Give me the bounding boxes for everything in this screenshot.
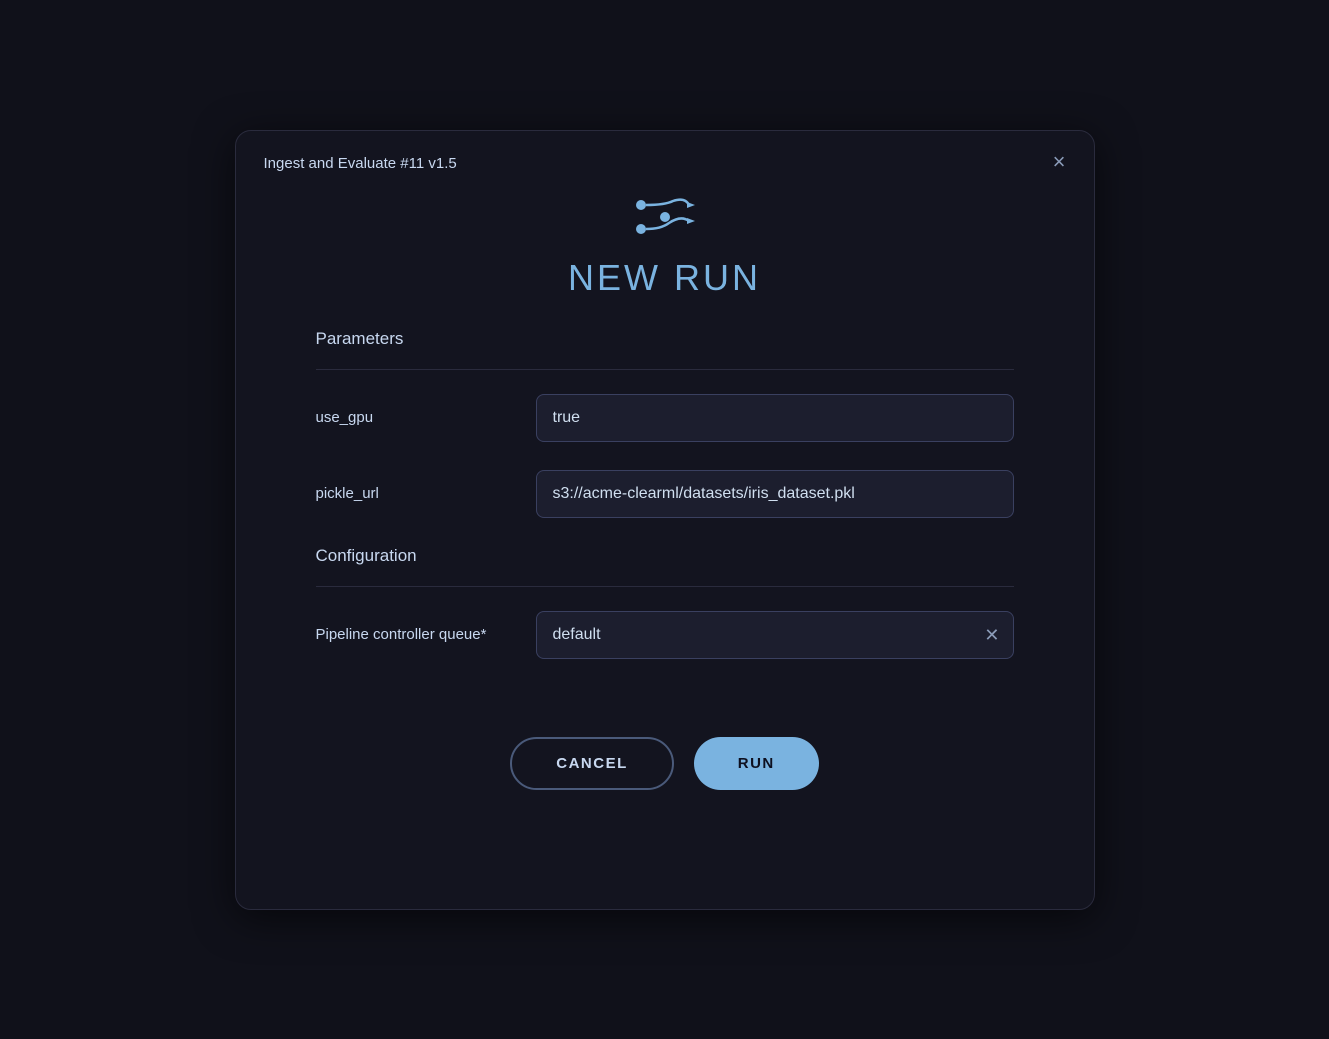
parameters-section: Parameters use_gpu pickle_url bbox=[316, 329, 1014, 518]
cancel-button[interactable]: CANCEL bbox=[510, 737, 674, 790]
pickle-url-row: pickle_url bbox=[316, 470, 1014, 518]
new-run-dialog: Ingest and Evaluate #11 v1.5 × NEW RUN bbox=[235, 130, 1095, 910]
configuration-divider bbox=[316, 586, 1014, 587]
pipeline-controller-queue-row: Pipeline controller queue* ✕ bbox=[316, 611, 1014, 659]
dialog-header: NEW RUN bbox=[236, 173, 1094, 329]
close-button[interactable]: × bbox=[1053, 151, 1066, 173]
use-gpu-label: use_gpu bbox=[316, 409, 536, 426]
use-gpu-row: use_gpu bbox=[316, 394, 1014, 442]
configuration-section: Configuration Pipeline controller queue*… bbox=[316, 546, 1014, 659]
pipeline-controller-queue-input[interactable] bbox=[536, 611, 1014, 659]
parameters-label: Parameters bbox=[316, 329, 1014, 349]
window-title: Ingest and Evaluate #11 v1.5 bbox=[264, 155, 457, 172]
pipeline-controller-queue-wrapper: ✕ bbox=[536, 611, 1014, 659]
use-gpu-input[interactable] bbox=[536, 394, 1014, 442]
parameters-divider bbox=[316, 369, 1014, 370]
dialog-title-bar: Ingest and Evaluate #11 v1.5 × bbox=[236, 131, 1094, 173]
pipeline-flow-icon bbox=[633, 193, 697, 241]
dialog-body: Parameters use_gpu pickle_url Configurat… bbox=[236, 329, 1094, 790]
page-background: Ingest and Evaluate #11 v1.5 × NEW RUN bbox=[0, 0, 1329, 1039]
dialog-main-title: NEW RUN bbox=[568, 257, 761, 299]
pickle-url-input[interactable] bbox=[536, 470, 1014, 518]
pipeline-controller-queue-label: Pipeline controller queue* bbox=[316, 626, 536, 643]
dialog-footer: CANCEL RUN bbox=[316, 687, 1014, 790]
configuration-label: Configuration bbox=[316, 546, 1014, 566]
clear-queue-button[interactable]: ✕ bbox=[982, 624, 1001, 646]
pickle-url-label: pickle_url bbox=[316, 485, 536, 502]
run-button[interactable]: RUN bbox=[694, 737, 819, 790]
